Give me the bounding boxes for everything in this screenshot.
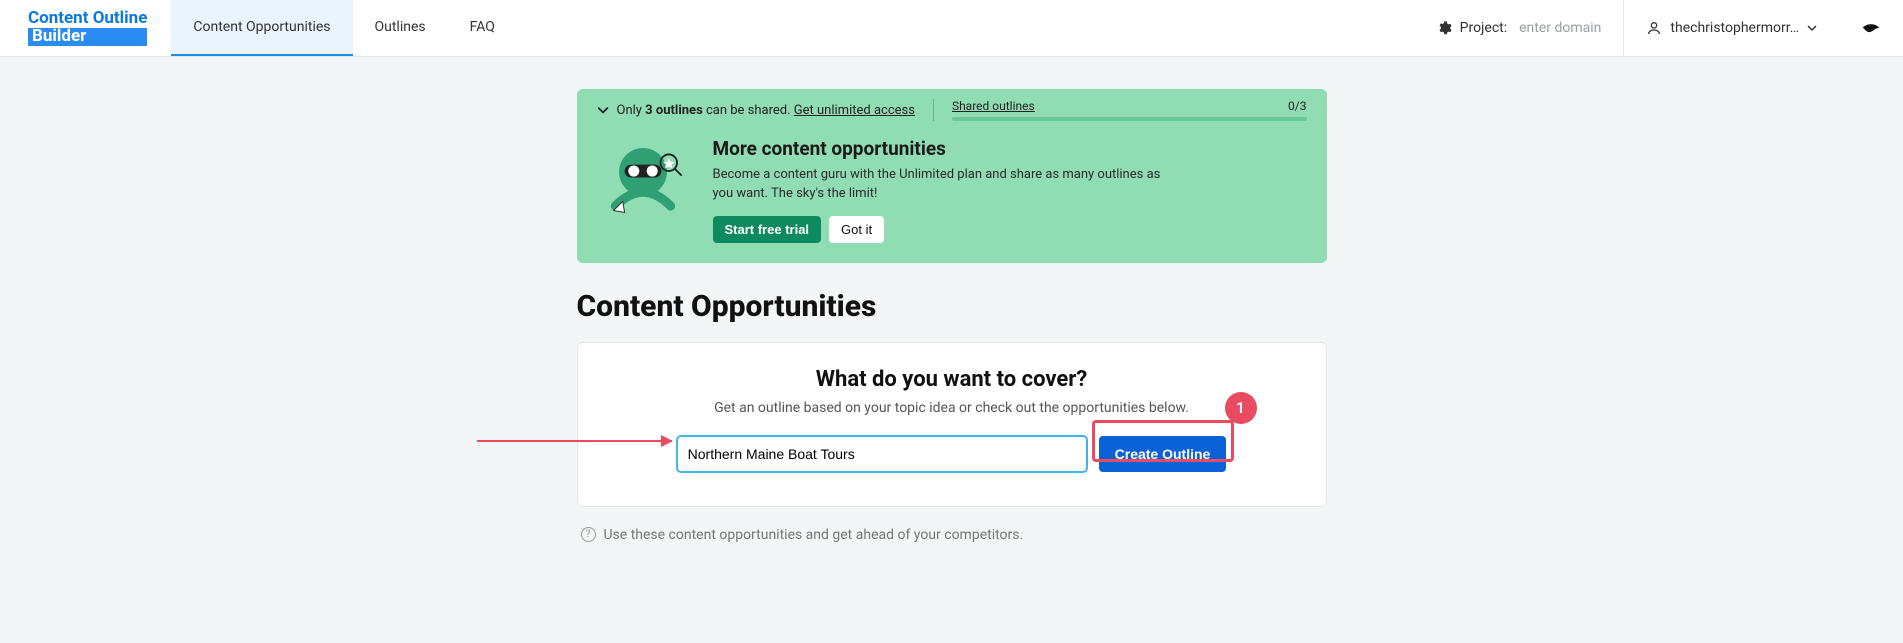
promo-banner: Only 3 outlines can be shared. Get unlim… <box>577 89 1327 263</box>
top-header: Content Outline Builder Content Opportun… <box>0 0 1903 57</box>
chevron-down-icon[interactable] <box>597 104 609 116</box>
project-label: Project: <box>1460 20 1508 36</box>
tab-label: Outlines <box>375 19 426 35</box>
semrush-badge[interactable] <box>1839 22 1903 34</box>
helper-text: Use these content opportunities and get … <box>604 527 1024 543</box>
helper-hint: ? Use these content opportunities and ge… <box>577 527 1327 543</box>
banner-text: More content opportunities Become a cont… <box>713 137 1173 243</box>
tab-label: Content Opportunities <box>193 19 330 35</box>
banner-msg-suffix: can be shared. <box>703 103 794 118</box>
tab-content-opportunities[interactable]: Content Opportunities <box>171 0 352 56</box>
tab-label: FAQ <box>470 19 495 35</box>
person-icon <box>1646 20 1662 36</box>
banner-heading: More content opportunities <box>713 137 1173 160</box>
user-menu[interactable]: thechristophermorr… <box>1624 20 1839 36</box>
tab-outlines[interactable]: Outlines <box>353 0 448 56</box>
project-selector[interactable]: Project: enter domain <box>1414 20 1624 36</box>
banner-msg-prefix: Only <box>617 103 646 118</box>
banner-separator <box>933 99 934 121</box>
logo-line-2: Builder <box>28 28 147 46</box>
gear-icon <box>1436 20 1452 36</box>
mascot-illustration <box>597 137 689 229</box>
project-domain-hint: enter domain <box>1519 20 1601 36</box>
banner-top-row: Only 3 outlines can be shared. Get unlim… <box>577 89 1327 129</box>
page-title: Content Opportunities <box>577 289 1327 324</box>
chevron-down-icon <box>1807 23 1817 33</box>
unlimited-access-link[interactable]: Get unlimited access <box>794 103 915 118</box>
create-outline-button[interactable]: Create Outline <box>1099 436 1227 472</box>
got-it-button[interactable]: Got it <box>829 216 884 243</box>
shared-outlines-link[interactable]: Shared outlines <box>952 99 1035 113</box>
shared-outlines-count: 0/3 <box>1288 99 1306 113</box>
card-heading: What do you want to cover? <box>602 367 1302 392</box>
tab-faq[interactable]: FAQ <box>448 0 517 56</box>
banner-msg-bold: 3 outlines <box>645 103 703 118</box>
card-subtext: Get an outline based on your topic idea … <box>602 400 1302 416</box>
app-logo[interactable]: Content Outline Builder <box>0 0 171 56</box>
semrush-icon <box>1861 22 1881 34</box>
banner-limit-msg: Only 3 outlines can be shared. Get unlim… <box>617 103 915 118</box>
shared-outlines-meter: Shared outlines 0/3 <box>952 99 1307 121</box>
start-free-trial-button[interactable]: Start free trial <box>713 216 822 243</box>
topic-input[interactable] <box>677 436 1087 472</box>
header-right: Project: enter domain thechristophermorr… <box>1414 0 1903 56</box>
topic-card: What do you want to cover? Get an outlin… <box>577 342 1327 507</box>
banner-body: More content opportunities Become a cont… <box>577 129 1327 263</box>
nav-tabs: Content Opportunities Outlines FAQ <box>171 0 517 56</box>
help-icon: ? <box>581 527 596 542</box>
banner-body-text: Become a content guru with the Unlimited… <box>713 166 1173 204</box>
username: thechristophermorr… <box>1670 20 1799 36</box>
card-input-row: Create Outline <box>602 436 1302 472</box>
banner-actions: Start free trial Got it <box>713 216 1173 243</box>
shared-outlines-progress <box>952 117 1307 121</box>
